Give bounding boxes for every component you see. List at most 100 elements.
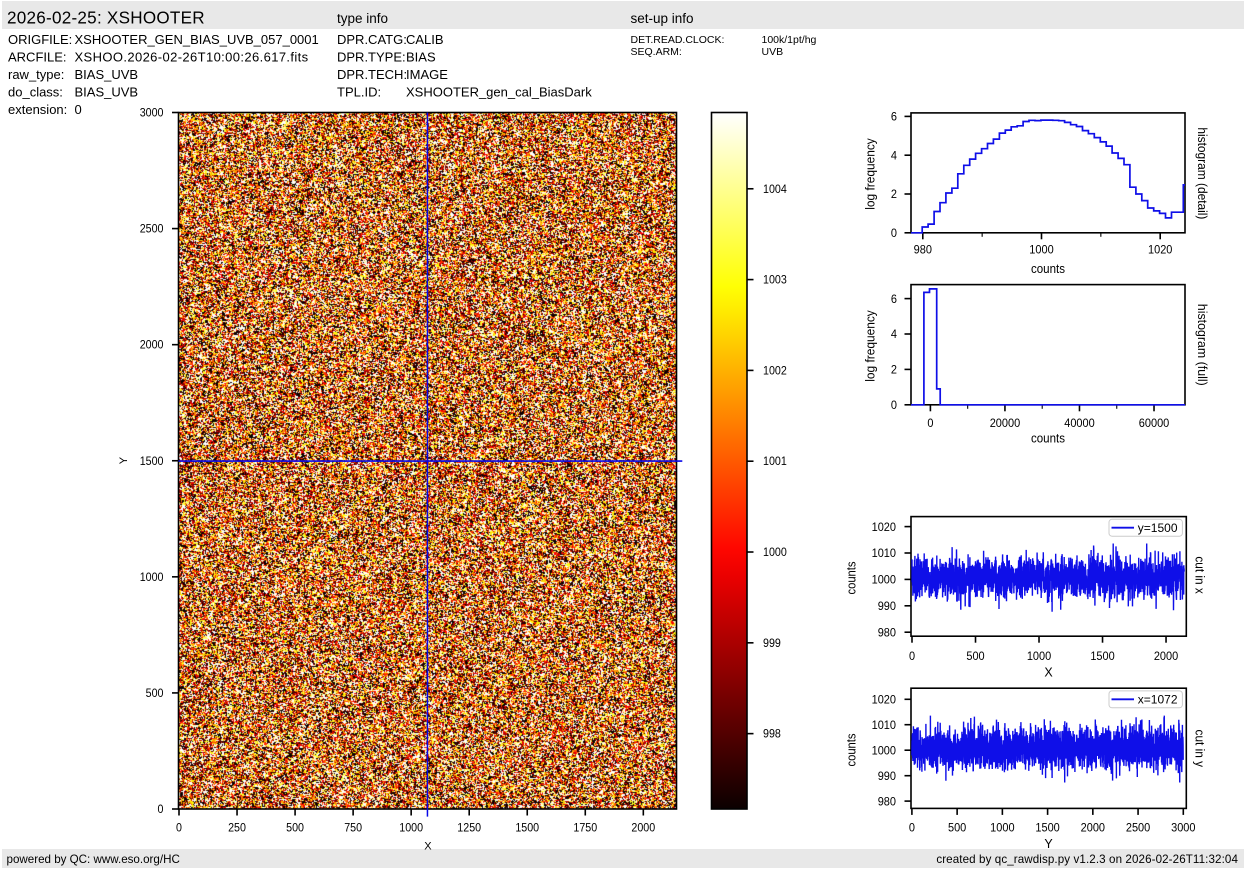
svg-text:1010: 1010 [872, 718, 897, 732]
svg-text:6: 6 [891, 110, 897, 124]
svg-text:cut in y: cut in y [1193, 730, 1207, 768]
svg-text:IMAGE: IMAGE [406, 67, 448, 82]
svg-text:0: 0 [158, 804, 164, 816]
svg-text:XSHOOTER_GEN_BIAS_UVB_057_0001: XSHOOTER_GEN_BIAS_UVB_057_0001 [75, 32, 319, 47]
svg-text:0: 0 [176, 822, 182, 834]
svg-text:3000: 3000 [1171, 820, 1196, 834]
svg-text:980: 980 [878, 625, 897, 639]
svg-text:2000: 2000 [631, 822, 655, 834]
svg-text:BIAS: BIAS [406, 50, 436, 65]
svg-text:1500: 1500 [1035, 820, 1060, 834]
svg-text:2: 2 [891, 363, 897, 377]
svg-text:2500: 2500 [140, 224, 164, 236]
svg-text:TPL.ID:: TPL.ID: [337, 85, 381, 100]
svg-text:counts: counts [844, 734, 858, 767]
svg-text:2000: 2000 [1081, 820, 1106, 834]
svg-text:ARCFILE:: ARCFILE: [8, 50, 67, 65]
svg-text:Y: Y [118, 456, 130, 464]
svg-text:CALIB: CALIB [406, 32, 444, 47]
svg-text:BIAS_UVB: BIAS_UVB [75, 85, 139, 100]
svg-text:1003: 1003 [763, 275, 787, 287]
svg-text:cut in x: cut in x [1193, 556, 1207, 594]
svg-text:powered by QC: www.eso.org/HC: powered by QC: www.eso.org/HC [7, 853, 180, 866]
svg-text:2000: 2000 [1154, 649, 1179, 663]
svg-text:1001: 1001 [763, 456, 787, 468]
svg-text:2500: 2500 [1126, 820, 1151, 834]
svg-text:4: 4 [891, 148, 897, 162]
svg-text:XSHOOTER_gen_cal_BiasDark: XSHOOTER_gen_cal_BiasDark [406, 85, 592, 100]
svg-text:990: 990 [878, 769, 897, 783]
svg-text:0: 0 [927, 416, 933, 430]
svg-text:999: 999 [763, 638, 781, 650]
svg-text:1000: 1000 [872, 743, 897, 757]
svg-text:500: 500 [966, 649, 985, 663]
svg-text:0: 0 [891, 398, 897, 412]
svg-text:0: 0 [891, 226, 897, 240]
svg-text:DET.READ.CLOCK:: DET.READ.CLOCK: [631, 34, 725, 46]
svg-text:DPR.TYPE:: DPR.TYPE: [337, 50, 406, 65]
svg-text:1000: 1000 [399, 822, 423, 834]
svg-text:created by qc_rawdisp.py v1.2.: created by qc_rawdisp.py v1.2.3 on 2026-… [936, 853, 1238, 866]
svg-text:0: 0 [909, 649, 915, 663]
svg-text:counts: counts [844, 562, 858, 595]
svg-text:X: X [424, 841, 432, 853]
svg-text:do_class:: do_class: [8, 85, 63, 100]
svg-text:y=1500: y=1500 [1138, 521, 1178, 535]
svg-text:1000: 1000 [140, 572, 164, 584]
svg-text:ORIGFILE:: ORIGFILE: [8, 32, 72, 47]
svg-text:990: 990 [878, 599, 897, 613]
svg-text:1020: 1020 [1148, 242, 1173, 256]
svg-text:1500: 1500 [140, 456, 164, 468]
svg-text:histogram (full): histogram (full) [1195, 304, 1209, 386]
svg-text:980: 980 [878, 794, 897, 808]
svg-text:1020: 1020 [872, 520, 897, 534]
svg-text:3000: 3000 [140, 108, 164, 120]
svg-text:XSHOO.2026-02-26T10:00:26.617.: XSHOO.2026-02-26T10:00:26.617.fits [75, 50, 309, 65]
svg-text:1000: 1000 [990, 820, 1015, 834]
svg-text:counts: counts [1031, 262, 1065, 276]
svg-text:X: X [1044, 665, 1053, 679]
svg-text:1000: 1000 [763, 547, 787, 559]
svg-text:BIAS_UVB: BIAS_UVB [75, 67, 139, 82]
svg-text:Y: Y [1044, 837, 1053, 851]
svg-text:extension:: extension: [8, 102, 67, 117]
svg-text:20000: 20000 [990, 416, 1021, 430]
svg-text:1750: 1750 [573, 822, 597, 834]
svg-text:1010: 1010 [872, 546, 897, 560]
svg-text:100k/1pt/hg: 100k/1pt/hg [762, 34, 817, 46]
svg-text:DPR.CATG:: DPR.CATG: [337, 32, 407, 47]
svg-text:1002: 1002 [763, 365, 787, 377]
svg-text:250: 250 [228, 822, 246, 834]
svg-text:500: 500 [146, 688, 164, 700]
svg-text:set-up info: set-up info [631, 11, 694, 26]
svg-text:1000: 1000 [872, 573, 897, 587]
svg-text:UVB: UVB [762, 46, 784, 58]
svg-text:6: 6 [891, 292, 897, 306]
svg-text:x=1072: x=1072 [1138, 693, 1178, 707]
svg-text:2026-02-25: XSHOOTER: 2026-02-25: XSHOOTER [7, 8, 205, 27]
svg-text:1250: 1250 [457, 822, 481, 834]
svg-text:2000: 2000 [140, 340, 164, 352]
svg-text:998: 998 [763, 729, 781, 741]
svg-text:500: 500 [948, 820, 967, 834]
svg-text:type info: type info [337, 11, 388, 26]
svg-text:0: 0 [75, 102, 82, 117]
svg-text:log frequency: log frequency [863, 310, 877, 382]
svg-text:1500: 1500 [1090, 649, 1115, 663]
svg-text:4: 4 [891, 327, 897, 341]
svg-text:SEQ.ARM:: SEQ.ARM: [631, 46, 682, 58]
svg-text:log frequency: log frequency [863, 138, 877, 210]
svg-text:raw_type:: raw_type: [8, 67, 64, 82]
svg-text:1000: 1000 [1029, 242, 1054, 256]
svg-text:0: 0 [909, 820, 915, 834]
svg-text:1500: 1500 [515, 822, 539, 834]
svg-text:2: 2 [891, 187, 897, 201]
svg-text:500: 500 [286, 822, 304, 834]
svg-text:counts: counts [1031, 432, 1065, 446]
svg-text:980: 980 [914, 242, 933, 256]
svg-text:DPR.TECH:: DPR.TECH: [337, 67, 407, 82]
svg-text:1000: 1000 [1027, 649, 1052, 663]
svg-text:750: 750 [344, 822, 362, 834]
svg-text:1004: 1004 [763, 184, 787, 196]
svg-text:60000: 60000 [1139, 416, 1170, 430]
